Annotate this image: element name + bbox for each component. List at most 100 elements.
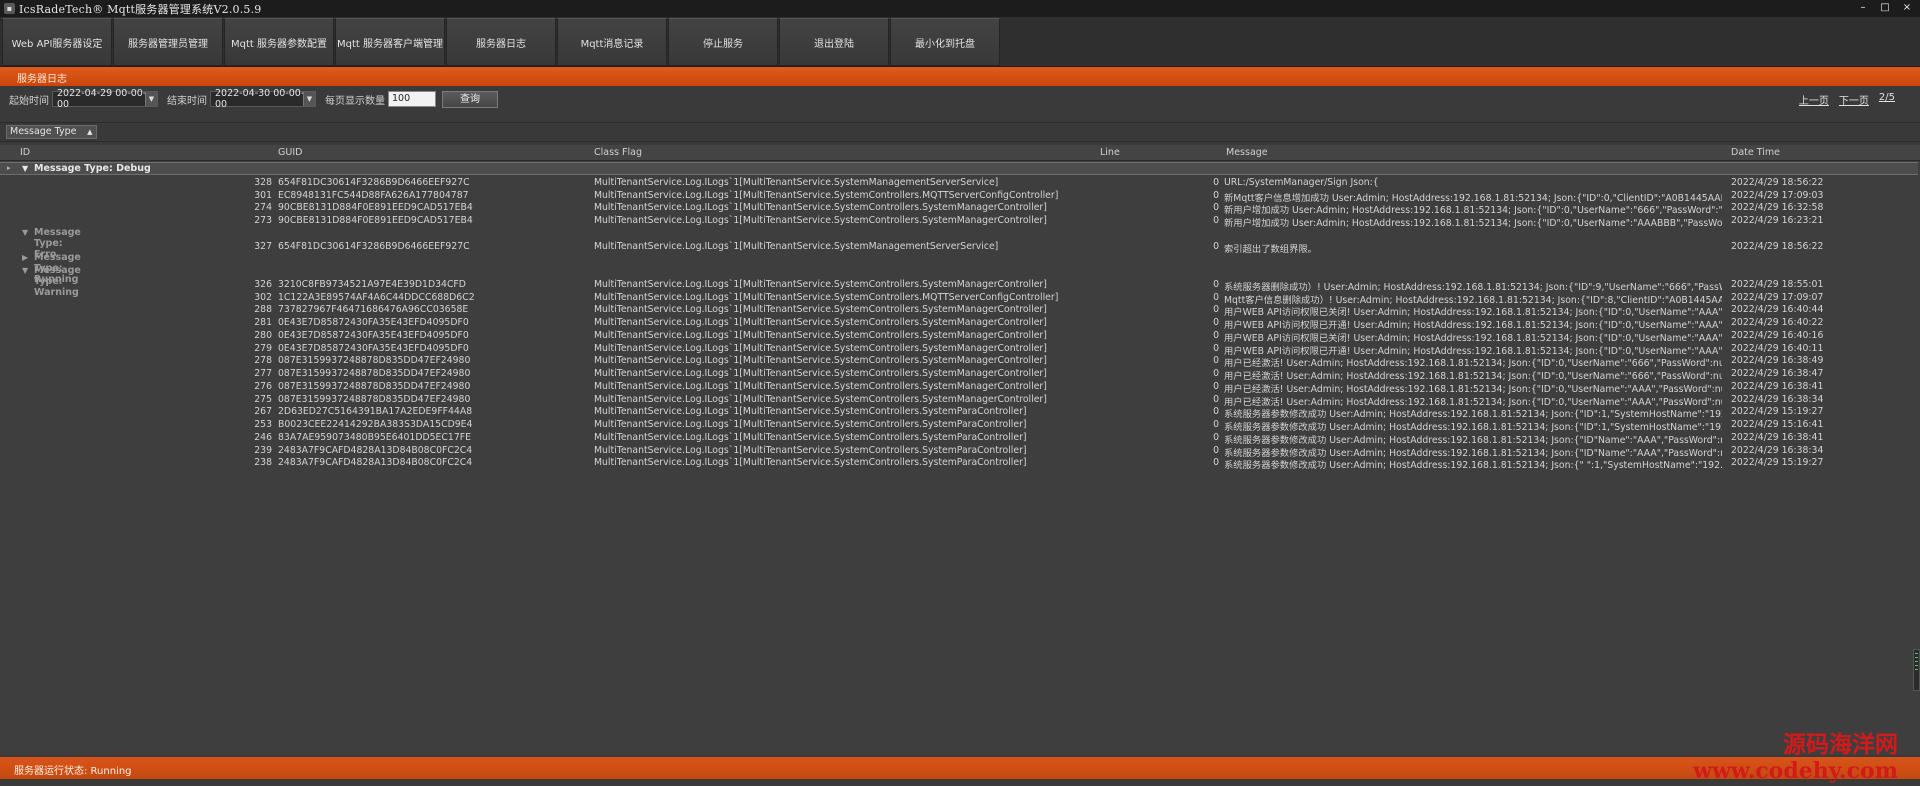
collapse-icon[interactable]: ▼ — [22, 228, 28, 237]
cell-date-time: 2022/4/29 18:56:22 — [1731, 240, 1824, 252]
group-by-message-type-chip[interactable]: Message Type ▲ — [6, 125, 98, 139]
cell-class-flag: MultiTenantService.Log.ILogs`1[MultiTena… — [594, 355, 1047, 367]
table-row[interactable]: 274 90CBE8131D884F0E891EED9CAD517EB4 Multi… — [0, 201, 1880, 216]
group-row[interactable]: ▸ ▼ Message Type: Debug — [0, 162, 1918, 175]
cell-line: 0 — [1213, 393, 1219, 405]
cell-guid: 3210C8FB9734521A97E4E39D1D34CFD — [278, 278, 466, 290]
cell-class-flag: MultiTenantService.Log.ILogs`1[MultiTena… — [594, 317, 1047, 328]
table-row[interactable]: 327 654F81DC30614F3286B9D6466EEF927C Multi… — [0, 240, 1880, 255]
col-class-flag[interactable]: Class Flag — [594, 147, 642, 158]
table-row[interactable]: 275 087E3159937248878D835DD47EF24980 Multi… — [0, 393, 1880, 408]
cell-guid: 2483A7F9CAFD4828A13D84B08C0FC2C4 — [278, 457, 473, 469]
table-row[interactable]: 328 654F81DC30614F3286B9D6466EEF927C Multi… — [0, 176, 1880, 189]
minimize-icon[interactable]: – — [1856, 1, 1870, 15]
cell-id: 273 — [254, 215, 272, 226]
maximize-icon[interactable]: □ — [1878, 1, 1892, 15]
cell-id: 267 — [254, 406, 272, 418]
table-row[interactable]: 246 83A7AE959073480B95E6401DD5EC17FE Multi… — [0, 431, 1880, 446]
table-row[interactable]: 281 0E43E7D85872430FA35E43EFD4095DF0 Multi… — [0, 316, 1880, 331]
table-row[interactable]: 279 0E43E7D85872430FA35E43EFD4095DF0 Multi… — [0, 342, 1880, 357]
prev-page-link[interactable]: 上一页 — [1799, 92, 1829, 107]
start-time-label: 起始时间 — [9, 95, 49, 107]
cell-id: 302 — [254, 291, 272, 303]
table-row[interactable]: 288 737827967F46471686476A96CC03658E Multi… — [0, 303, 1880, 318]
cell-line: 0 — [1213, 317, 1219, 328]
cell-date-time: 2022/4/29 15:16:41 — [1731, 419, 1824, 430]
cell-line: 0 — [1213, 444, 1219, 456]
query-button[interactable]: 查询 — [442, 90, 498, 108]
current-row-marker-icon: ▸ — [7, 164, 11, 172]
watermark-line2: www.codehy.com — [1693, 758, 1898, 784]
group-label: Message Type: Debug — [34, 163, 151, 174]
window-controls: – □ × — [1856, 1, 1914, 15]
expand-icon[interactable]: ▶ — [22, 253, 28, 262]
sort-asc-icon[interactable]: ▲ — [87, 126, 92, 138]
menu-web-api-settings[interactable]: Web API服务器设定 — [2, 18, 112, 66]
table-row[interactable]: 277 087E3159937248878D835DD47EF24980 Multi… — [0, 367, 1880, 382]
table-row[interactable]: 278 087E3159937248878D835DD47EF24980 Multi… — [0, 354, 1880, 369]
col-guid[interactable]: GUID — [278, 147, 302, 158]
page-size-label: 每页显示数量 — [325, 95, 385, 107]
table-row[interactable]: 326 3210C8FB9734521A97E4E39D1D34CFD MultiT… — [0, 278, 1880, 293]
start-dropdown-icon[interactable]: ▼ — [145, 92, 157, 106]
cell-id: 274 — [254, 202, 272, 214]
table-row[interactable]: 273 90CBE8131D884F0E891EED9CAD517EB4 Multi… — [0, 214, 1880, 229]
col-date-time[interactable]: Date Time — [1731, 147, 1780, 158]
close-icon[interactable]: × — [1900, 1, 1914, 15]
cell-class-flag: MultiTenantService.Log.ILogs`1[MultiTena… — [594, 380, 1047, 392]
end-time-label: 结束时间 — [167, 95, 207, 107]
cell-date-time: 2022/4/29 16:38:41 — [1731, 380, 1824, 392]
column-header-row: ID GUID Class Flag Line Message Date Tim… — [0, 145, 1920, 161]
cell-class-flag: MultiTenantService.Log.ILogs`1[MultiTena… — [594, 342, 1047, 354]
page-size-input[interactable]: 100 — [388, 91, 436, 107]
collapse-icon[interactable]: ▼ — [22, 164, 28, 173]
table-row[interactable]: 276 087E3159937248878D835DD47EF24980 Multi… — [0, 380, 1880, 395]
menu-mqtt-client-management[interactable]: Mqtt 服务器客户端管理 — [335, 18, 445, 66]
cell-class-flag: MultiTenantService.Log.ILogs`1[MultiTena… — [594, 329, 1047, 341]
col-id[interactable]: ID — [20, 147, 30, 158]
cell-date-time: 2022/4/29 15:19:27 — [1731, 457, 1824, 469]
cell-class-flag: MultiTenantService.Log.ILogs`1[MultiTena… — [594, 278, 1047, 290]
cell-class-flag: MultiTenantService.Log.ILogs`1[MultiTena… — [594, 444, 1027, 456]
menu-mqtt-message-log[interactable]: Mqtt消息记录 — [557, 18, 667, 66]
menu-server-log[interactable]: 服务器日志 — [446, 18, 556, 66]
table-row[interactable]: 301 EC8948131FC544D88FA626A177804787 Multi… — [0, 189, 1880, 204]
cell-line: 0 — [1213, 342, 1219, 354]
cell-guid: 087E3159937248878D835DD47EF24980 — [278, 393, 471, 405]
cell-date-time: 2022/4/29 16:38:49 — [1731, 355, 1824, 367]
cell-id: 301 — [254, 189, 272, 201]
scrollbar-thumb[interactable] — [1913, 649, 1920, 691]
table-row[interactable]: 238 2483A7F9CAFD4828A13D84B08C0FC2C4 Multi… — [0, 456, 1880, 471]
menu-logout[interactable]: 退出登陆 — [779, 18, 889, 66]
page-indicator: 2/5 — [1878, 92, 1895, 103]
cell-id: 288 — [254, 304, 272, 316]
cell-guid: 0E43E7D85872430FA35E43EFD4095DF0 — [278, 329, 469, 341]
group-by-panel: Message Type ▲ — [0, 122, 1920, 142]
next-page-link[interactable]: 下一页 — [1839, 92, 1869, 107]
menu-minimize-to-tray[interactable]: 最小化到托盘 — [890, 18, 1000, 66]
cell-guid: 737827967F46471686476A96CC03658E — [278, 304, 469, 316]
start-time-picker[interactable]: 2022-04-29 00-00-00 ▼ — [52, 88, 158, 110]
col-line[interactable]: Line — [1100, 147, 1120, 158]
col-message[interactable]: Message — [1226, 147, 1268, 158]
watermark: 源码海洋网 www.codehy.com — [1693, 732, 1898, 784]
end-time-picker[interactable]: 2022-04-30 00-00-00 ▼ — [210, 88, 316, 110]
cell-guid: 0E43E7D85872430FA35E43EFD4095DF0 — [278, 317, 469, 328]
table-row[interactable]: 302 1C122A3E89574AF4A6C44DDCC688D6C2 Multi… — [0, 291, 1880, 306]
main-menu: Web API服务器设定 服务器管理员管理 Mqtt 服务器参数配置 Mqtt … — [0, 17, 1920, 67]
cell-guid: 2483A7F9CAFD4828A13D84B08C0FC2C4 — [278, 444, 473, 456]
cell-id: 275 — [254, 393, 272, 405]
cell-class-flag: MultiTenantService.Log.ILogs`1[MultiTena… — [594, 176, 999, 188]
menu-stop-service[interactable]: 停止服务 — [668, 18, 778, 66]
collapse-icon[interactable]: ▼ — [22, 266, 28, 275]
table-row[interactable]: 253 B0023CEE22414292BA383S3DA15CD9E4 Multi… — [0, 418, 1880, 433]
cell-class-flag: MultiTenantService.Log.ILogs`1[MultiTena… — [594, 419, 1027, 430]
menu-admin-management[interactable]: 服务器管理员管理 — [113, 18, 223, 66]
table-row[interactable]: 239 2483A7F9CAFD4828A13D84B08C0FC2C4 Multi… — [0, 444, 1880, 459]
menu-mqtt-server-config[interactable]: Mqtt 服务器参数配置 — [224, 18, 334, 66]
cell-guid: 654F81DC30614F3286B9D6466EEF927C — [278, 240, 470, 252]
end-dropdown-icon[interactable]: ▼ — [303, 92, 315, 106]
table-row[interactable]: 280 0E43E7D85872430FA35E43EFD4095DF0 Multi… — [0, 329, 1880, 344]
table-row[interactable]: 267 2D63ED27C5164391BA17A2EDE9FF44A8 Multi… — [0, 405, 1880, 420]
cell-date-time: 2022/4/29 17:09:03 — [1731, 189, 1824, 201]
